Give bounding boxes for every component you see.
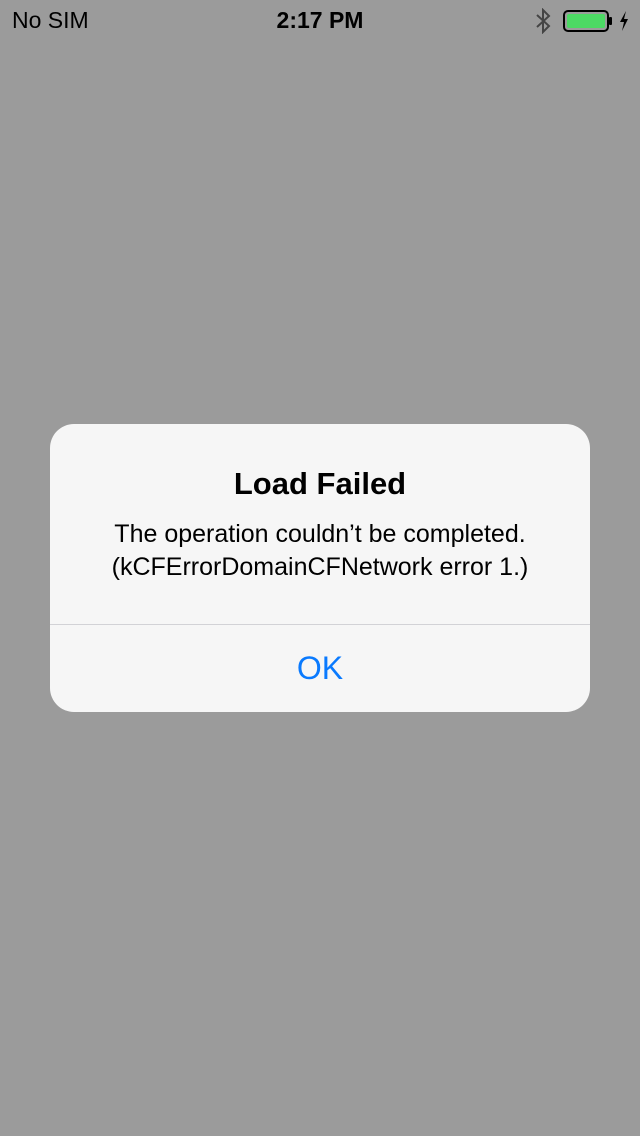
status-bar: No SIM 2:17 PM	[0, 0, 640, 40]
alert-title: Load Failed	[233, 466, 407, 501]
screen-background: No SIM 2:17 PM Load Failed The operation…	[0, 0, 640, 1136]
ok-button[interactable]: OK	[50, 625, 590, 712]
alert-content: Load Failed The operation couldn’t be co…	[50, 424, 590, 624]
alert-message: The operation couldn’t be completed. (kC…	[70, 518, 570, 584]
battery-icon	[563, 10, 612, 32]
charging-bolt-icon	[620, 11, 628, 31]
alert-message-line-1: The operation couldn’t be completed.	[114, 520, 526, 548]
alert-message-line-2: (kCFErrorDomainCFNetwork error 1.)	[111, 553, 529, 581]
alert-dialog: Load Failed The operation couldn’t be co…	[50, 424, 590, 712]
bluetooth-icon	[536, 8, 551, 34]
